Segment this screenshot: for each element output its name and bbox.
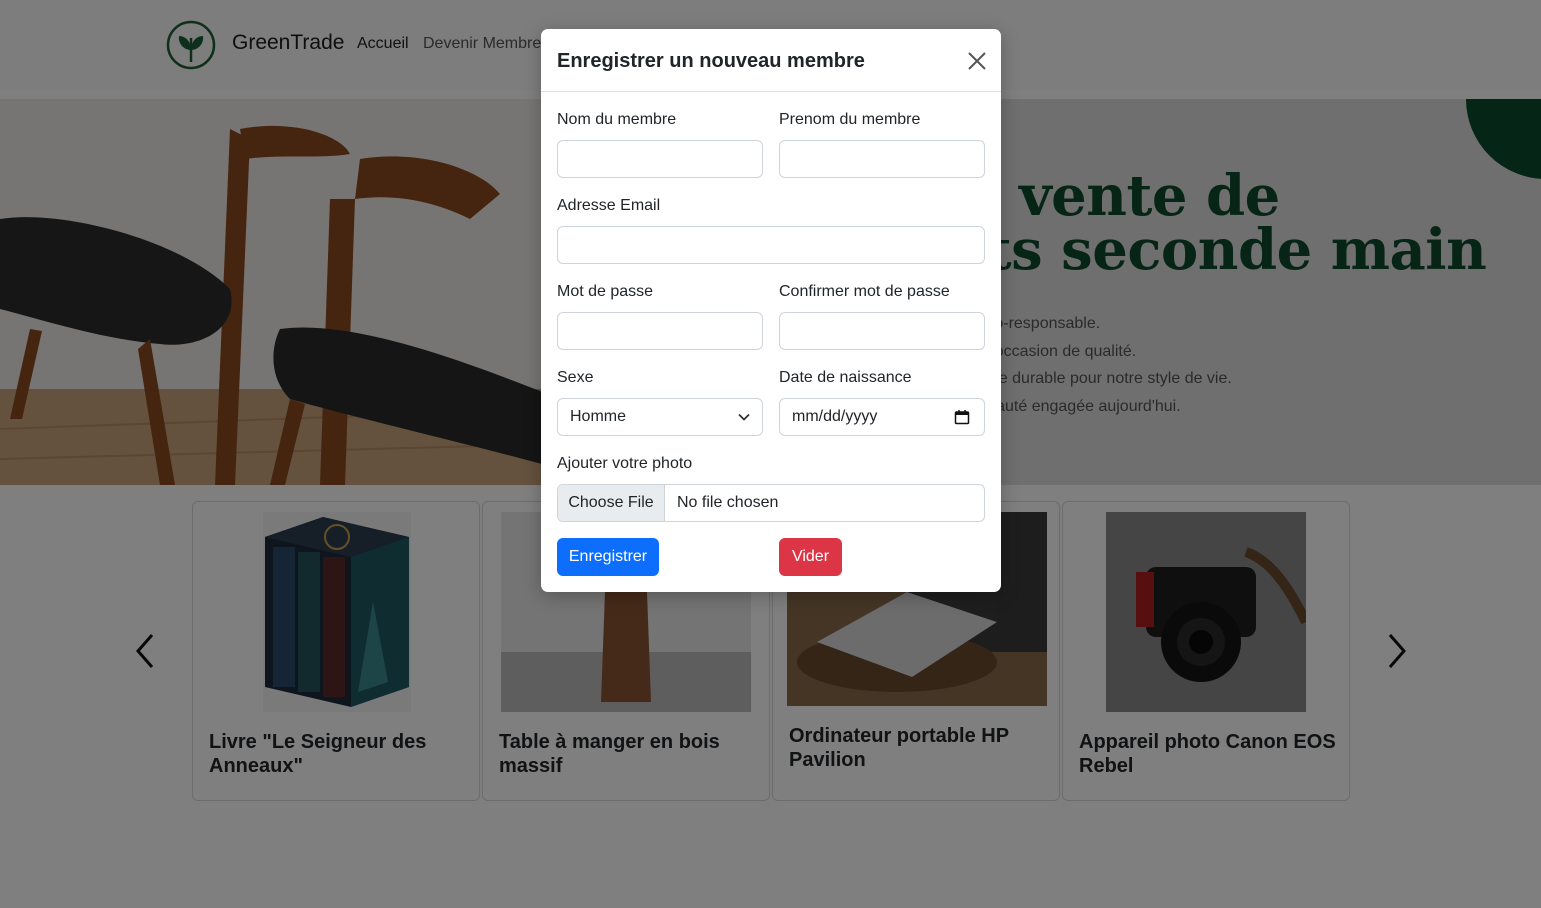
email-input[interactable] xyxy=(557,226,985,264)
password-label: Mot de passe xyxy=(557,283,654,300)
sexe-label: Sexe xyxy=(557,369,594,386)
email-label: Adresse Email xyxy=(557,197,661,214)
modal-header: Enregistrer un nouveau membre xyxy=(541,29,1001,92)
calendar-icon[interactable] xyxy=(954,409,970,425)
photo-file-input[interactable]: Choose File No file chosen xyxy=(557,484,985,522)
nom-input[interactable] xyxy=(557,140,763,178)
close-icon xyxy=(968,52,986,70)
modal-title: Enregistrer un nouveau membre xyxy=(557,50,865,72)
confirm-password-input[interactable] xyxy=(779,312,985,350)
birthdate-placeholder: mm/dd/yyyy xyxy=(792,408,878,425)
sexe-select[interactable]: Homme xyxy=(557,398,763,436)
sexe-selected-value: Homme xyxy=(570,408,627,425)
prenom-input[interactable] xyxy=(779,140,985,178)
clear-button[interactable]: Vider xyxy=(779,538,842,576)
confirm-password-label: Confirmer mot de passe xyxy=(779,283,950,300)
password-input[interactable] xyxy=(557,312,763,350)
chevron-down-icon xyxy=(738,413,750,421)
close-button[interactable] xyxy=(964,48,990,74)
nom-label: Nom du membre xyxy=(557,111,677,128)
birthdate-input[interactable]: mm/dd/yyyy xyxy=(779,398,985,436)
photo-label: Ajouter votre photo xyxy=(557,455,693,472)
save-button[interactable]: Enregistrer xyxy=(557,538,659,576)
prenom-label: Prenom du membre xyxy=(779,111,921,128)
file-status-text: No file chosen xyxy=(677,494,779,511)
birthdate-label: Date de naissance xyxy=(779,369,912,386)
choose-file-button[interactable]: Choose File xyxy=(558,485,665,521)
register-member-modal: Enregistrer un nouveau membre Nom du mem… xyxy=(541,29,1001,592)
